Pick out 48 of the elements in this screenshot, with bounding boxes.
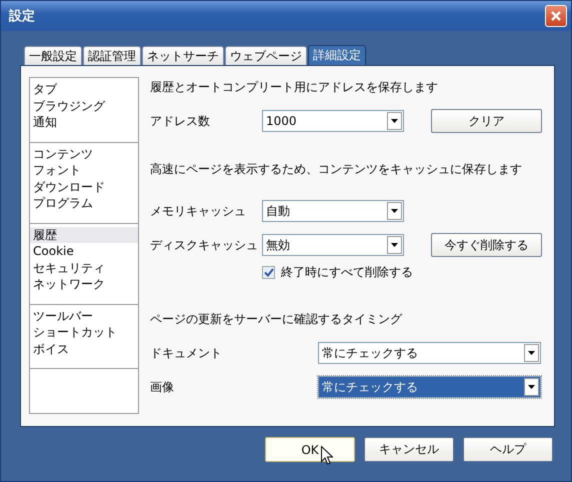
tab[interactable]: ネットサーチ [142, 46, 224, 65]
category-item[interactable]: Cookie [30, 243, 138, 260]
checkbox-label: 終了時にすべて削除する [281, 264, 413, 280]
field-label: ディスクキャッシュ [150, 236, 259, 254]
dropdown-arrow-icon [391, 243, 398, 247]
close-button[interactable] [545, 5, 567, 27]
dropdown-arrow-icon [528, 351, 535, 355]
dialog-button[interactable]: OK [265, 437, 355, 462]
dropdown-arrow-icon [391, 119, 398, 123]
dropdown[interactable]: 無効 [262, 234, 404, 256]
dropdown[interactable]: 自動 [262, 200, 404, 222]
tab[interactable]: 一般設定 [24, 46, 82, 65]
category-item[interactable]: ツールバー [30, 308, 138, 324]
category-item[interactable]: ブラウジング [30, 98, 138, 114]
close-icon [550, 10, 562, 22]
mouse-pointer-icon [321, 446, 333, 465]
action-button[interactable]: 今すぐ削除する [431, 233, 542, 257]
dialog-button[interactable]: ヘルプ [463, 437, 553, 462]
section-heading: ページの更新をサーバーに確認するタイミング [150, 311, 404, 327]
field-label: メモリキャッシュ [150, 202, 247, 220]
category-item[interactable]: 通知 [30, 114, 138, 130]
window-title: 設定 [9, 8, 35, 25]
category-item[interactable]: コンテンツ [30, 146, 138, 162]
tab[interactable]: ウェブページ [225, 46, 307, 65]
category-item[interactable]: 履歴 [30, 226, 138, 243]
section-heading: 履歴とオートコンプリート用にアドレスを保存します [150, 79, 439, 95]
dropdown[interactable]: 1000 [262, 110, 404, 132]
category-item[interactable]: ボイス [30, 340, 138, 357]
field-label: 画像 [150, 378, 175, 396]
category-item[interactable]: プログラム [30, 195, 138, 212]
tab[interactable]: 詳細設定 [308, 45, 366, 65]
section-heading: 高速にページを表示するため、コンテンツをキャッシュに保存します [150, 161, 523, 177]
category-item[interactable]: ショートカット [30, 324, 138, 340]
category-item[interactable]: セキュリティ [30, 260, 138, 276]
dropdown[interactable]: 常にチェックする [318, 342, 541, 364]
category-item[interactable]: ダウンロード [30, 178, 138, 195]
dropdown[interactable]: 常にチェックする [318, 376, 541, 398]
category-item[interactable]: タブ [30, 81, 138, 98]
dialog-button[interactable]: キャンセル [364, 437, 454, 462]
action-button[interactable]: クリア [431, 109, 542, 133]
dropdown-arrow-icon [391, 209, 398, 213]
checkbox[interactable] [262, 266, 275, 278]
tab[interactable]: 認証管理 [83, 46, 141, 65]
category-item[interactable]: フォント [30, 162, 138, 178]
dropdown-arrow-icon [528, 385, 535, 389]
field-label: ドキュメント [150, 344, 223, 362]
field-label: アドレス数 [150, 112, 211, 130]
category-item[interactable]: ネットワーク [30, 276, 138, 292]
